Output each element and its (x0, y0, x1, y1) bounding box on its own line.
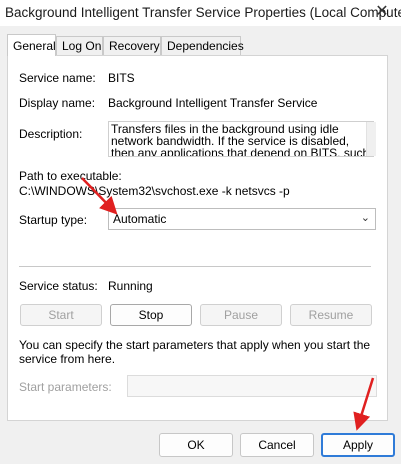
stop-button[interactable]: Stop (110, 304, 192, 326)
chevron-down-icon: ⌄ (360, 212, 370, 224)
pause-button[interactable]: Pause (200, 304, 282, 326)
separator (19, 266, 371, 267)
startup-type-select[interactable]: Automatic ⌄ (108, 208, 376, 230)
title-bar: Background Intelligent Transfer Service … (0, 0, 401, 26)
tab-recovery[interactable]: Recovery (103, 36, 161, 55)
start-params-label: Start parameters: (19, 380, 112, 394)
ok-button[interactable]: OK (159, 433, 233, 457)
apply-button[interactable]: Apply (321, 433, 395, 457)
description-scrollbar[interactable] (366, 122, 376, 156)
start-button[interactable]: Start (20, 304, 102, 326)
cancel-button[interactable]: Cancel (240, 433, 314, 457)
display-name-label: Display name: (19, 96, 96, 110)
start-params-input[interactable] (127, 375, 377, 397)
tab-log-on[interactable]: Log On (56, 36, 103, 55)
window-title: Background Intelligent Transfer Service … (5, 5, 401, 20)
description-text[interactable]: Transfers files in the background using … (108, 121, 374, 157)
startup-type-label: Startup type: (19, 213, 88, 227)
path-label: Path to executable: (19, 169, 122, 183)
resume-button[interactable]: Resume (290, 304, 372, 326)
tab-dependencies[interactable]: Dependencies (161, 36, 244, 55)
service-status-value: Running (108, 279, 153, 293)
path-value: C:\WINDOWS\System32\svchost.exe -k netsv… (19, 184, 290, 198)
service-name-label: Service name: (19, 71, 96, 85)
startup-type-value: Automatic (113, 212, 167, 226)
start-params-info: You can specify the start parameters tha… (19, 338, 371, 366)
close-icon[interactable]: ✕ (373, 3, 391, 21)
display-name-value: Background Intelligent Transfer Service (108, 96, 318, 110)
service-status-label: Service status: (19, 279, 98, 293)
service-name-value: BITS (108, 71, 135, 85)
tab-general[interactable]: General (7, 34, 56, 56)
description-label: Description: (19, 127, 83, 141)
